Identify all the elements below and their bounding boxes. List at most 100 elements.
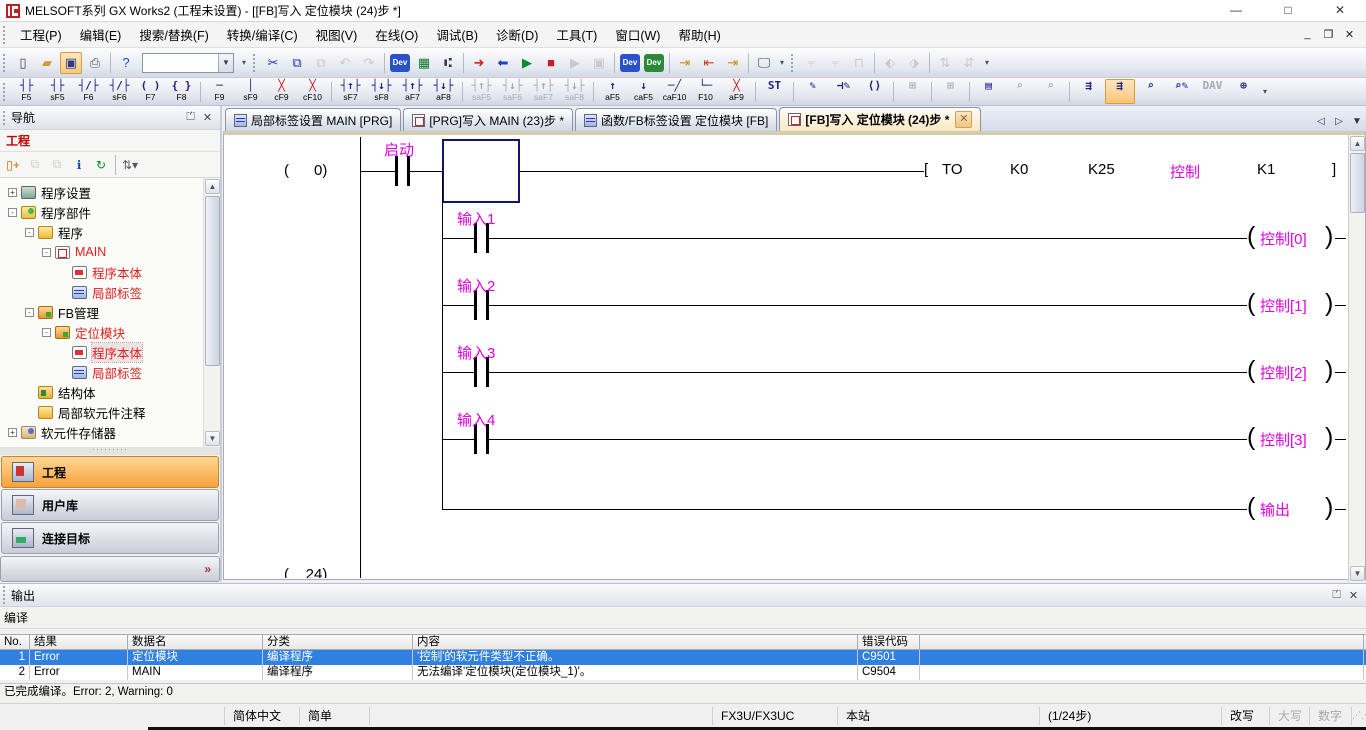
device-batch-monitor-icon[interactable]: Dev [620,54,640,72]
horizontal-line-button[interactable]: ─F9 [205,79,235,104]
output-pin-icon[interactable]: ⏍ [1328,589,1345,602]
error-row-2[interactable]: 2ErrorMAIN编译程序无法编译'定位模块(定位模块_1)'。C9504 [0,665,1366,680]
invert-falling-button[interactable]: ↓caF5 [629,79,659,104]
mdi-minimize-button[interactable]: _ [1297,28,1318,41]
coil-label[interactable]: 控制[3] [1260,429,1307,450]
tree-toggle-icon[interactable]: - [42,248,51,257]
coil-label[interactable]: 输出 [1260,499,1290,520]
monitor-condition-icon[interactable]: 🖵 [753,52,775,74]
nav-view-button-3[interactable]: 连接目标 [1,522,219,554]
coil-label[interactable]: 控制[2] [1260,362,1307,383]
nav-sort-icon[interactable]: ⇅▾ [120,155,140,175]
note-insert-icon[interactable]: ⇤ [698,52,720,74]
mdi-close-button[interactable]: ✕ [1339,28,1360,41]
tree-item-9[interactable]: 程序本体 [59,342,142,362]
tree-item-2[interactable]: -程序部件 [8,202,91,222]
nav-refresh-icon[interactable]: ↻ [91,155,111,175]
tree-item-11[interactable]: 结构体 [25,382,96,402]
tree-scroll-down-icon[interactable]: ▼ [205,431,220,446]
toolbar-overflow-icon[interactable]: ▾ [981,52,993,74]
tree-scroll-thumb[interactable] [205,196,220,366]
declaration-icon[interactable]: ⇥ [722,52,744,74]
instruction-opcode[interactable]: TO [942,161,963,178]
write-to-plc-icon[interactable]: ➜ [468,52,490,74]
column-header-7[interactable] [920,635,1364,649]
tree-toggle-icon[interactable]: + [8,428,17,437]
menu-item-11[interactable]: 帮助(H) [669,21,729,48]
tree-scrollbar[interactable]: ▲ ▼ [203,178,220,447]
menu-item-4[interactable]: 转换/编译(C) [218,21,307,48]
combo-dropdown-icon[interactable]: ▼ [218,54,233,72]
menu-item-3[interactable]: 搜索/替换(F) [130,21,217,48]
column-header-2[interactable]: 结果 [30,635,128,649]
tree-item-5[interactable]: 程序本体 [59,262,142,282]
open-contact-button[interactable]: ┤├F5 [12,79,42,104]
coil-button[interactable]: ( )F7 [136,79,166,104]
tab-3[interactable]: 函数/FB标签设置 定位模块 [FB] [575,108,777,131]
tab-2[interactable]: [PRG]写入 MAIN (23)步 * [403,108,573,131]
inline-st-button[interactable]: ST [760,79,790,104]
close-button[interactable]: ✕ [1314,0,1366,22]
close-contact-button[interactable]: ┤/├F6 [74,79,104,104]
menu-item-2[interactable]: 编辑(E) [71,21,131,48]
ladder-editor[interactable]: ( 0)启动[TOK0K25控制K1]输入1(控制[0])输入2(控制[1])输… [223,131,1366,580]
connection-display-button[interactable]: ⇶ [1074,79,1104,104]
device-test-icon[interactable]: ⑆ [437,52,459,74]
rising-pulse-button[interactable]: ┤↑├sF7 [336,79,366,104]
statement-insert-icon[interactable]: ⇥ [674,52,696,74]
edit-ladder-button[interactable]: ✎ [798,79,828,104]
tree-item-3[interactable]: -程序 [25,222,83,242]
ladder-canvas[interactable]: ( 0)启动[TOK0K25控制K1]输入1(控制[0])输入2(控制[1])输… [224,135,1346,578]
invert-rising-button[interactable]: ↑aF5 [598,79,628,104]
falling-pulse-branch-button[interactable]: ┤↓├aF8 [429,79,459,104]
mdi-restore-button[interactable]: ❐ [1318,28,1339,41]
ladder-scroll-down-icon[interactable]: ▼ [1350,566,1365,581]
monitor-mode-icon[interactable]: ▦ [413,52,435,74]
output-close-icon[interactable]: ✕ [1345,589,1362,602]
rising-pulse-branch-button[interactable]: ┤↑├aF7 [398,79,428,104]
tree-item-6[interactable]: 局部标签 [59,282,142,302]
coil-label[interactable]: 控制[0] [1260,228,1307,249]
device-display-icon[interactable]: Dev [390,54,410,72]
tab-list-icon[interactable]: ▼ [1348,116,1366,127]
instruction-arg[interactable]: K1 [1257,161,1275,178]
instruction-arg[interactable]: K25 [1088,161,1115,178]
tree-scroll-up-icon[interactable]: ▲ [205,179,220,194]
minimize-button[interactable]: — [1210,0,1262,22]
tree-item-4[interactable]: -MAIN [42,242,106,262]
vertical-line-button[interactable]: │sF9 [236,79,266,104]
nav-view-button-2[interactable]: 用户库 [1,489,219,521]
ladder-scroll-up-icon[interactable]: ▲ [1350,136,1365,151]
instruction-close-bracket[interactable]: ] [1332,161,1336,178]
nav-view-button-1[interactable]: 工程 [1,456,219,488]
cut-icon[interactable]: ✂ [262,52,284,74]
menu-item-9[interactable]: 工具(T) [547,21,606,48]
document-view-button[interactable]: ▤ [974,79,1004,104]
tree-item-13[interactable]: +软元件存储器 [8,422,116,442]
tree-item-8[interactable]: -定位模块 [42,322,125,342]
delete-vertical-line-button[interactable]: ╳cF10 [298,79,328,104]
find-replace-button[interactable]: ⌕✎ [1167,79,1197,104]
monitor-start-icon[interactable]: ▶ [516,52,538,74]
error-row-1[interactable]: 1Error定位模块编译程序'控制'的软元件类型不正确。C9501 [0,650,1366,665]
menu-item-1[interactable]: 工程(P) [11,21,71,48]
contact-bar[interactable] [407,156,410,186]
ladder-scroll-thumb[interactable] [1350,153,1365,213]
watch-combo-box[interactable]: ▼ [142,53,234,73]
menu-item-5[interactable]: 视图(V) [307,21,367,48]
menu-item-6[interactable]: 在线(O) [366,21,427,48]
nav-close-icon[interactable]: ✕ [199,111,216,124]
zoom-button[interactable]: ⊕ [1229,79,1259,104]
tree-toggle-icon[interactable]: - [25,308,34,317]
contact-bar[interactable] [395,156,398,186]
instruction-open-bracket[interactable]: [ [924,161,928,178]
application-instruction-button[interactable]: { }F8 [167,79,197,104]
line-delete-button[interactable]: ╳aF9 [722,79,752,104]
monitor-stop-icon[interactable]: ■ [540,52,562,74]
tab-1[interactable]: 局部标签设置 MAIN [PRG] [225,108,401,131]
tree-item-1[interactable]: +程序设置 [8,182,91,202]
instruction-arg[interactable]: K0 [1010,161,1028,178]
open-branch-button[interactable]: ┤├sF5 [43,79,73,104]
instruction-arg[interactable]: 控制 [1170,161,1200,182]
tab-close-icon[interactable]: ✕ [955,111,972,128]
